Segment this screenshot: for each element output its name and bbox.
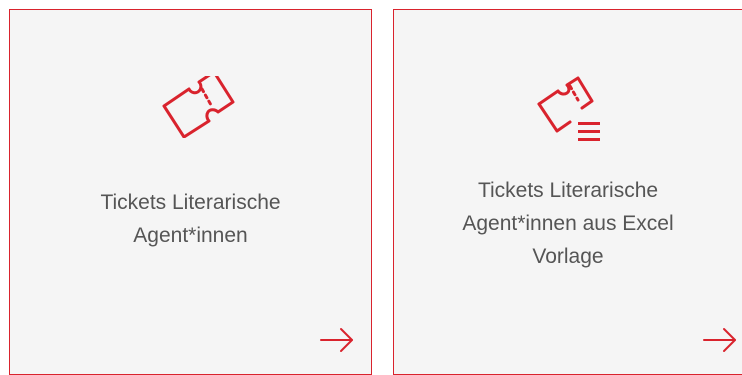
ticket-list-icon bbox=[537, 76, 600, 141]
card-title-line: Agent*innen bbox=[133, 224, 248, 247]
tickets-literary-agents-card[interactable]: Tickets Literarische Agent*innen bbox=[9, 9, 372, 375]
tickets-literary-agents-excel-card[interactable]: Tickets Literarische Agent*innen aus Exc… bbox=[393, 9, 742, 375]
card-title-line: Agent*innen aus Excel bbox=[462, 212, 674, 235]
card-title-line: Vorlage bbox=[532, 245, 604, 268]
card-title: Tickets Literarische Agent*innen bbox=[10, 186, 371, 252]
card-title-line: Tickets Literarische bbox=[477, 179, 659, 202]
arrow-right-icon[interactable] bbox=[319, 327, 355, 353]
ticket-icon bbox=[162, 76, 235, 138]
arrow-right-icon[interactable] bbox=[702, 327, 738, 353]
card-title-line: Tickets Literarische bbox=[100, 191, 281, 214]
card-title: Tickets Literarische Agent*innen aus Exc… bbox=[394, 174, 742, 273]
